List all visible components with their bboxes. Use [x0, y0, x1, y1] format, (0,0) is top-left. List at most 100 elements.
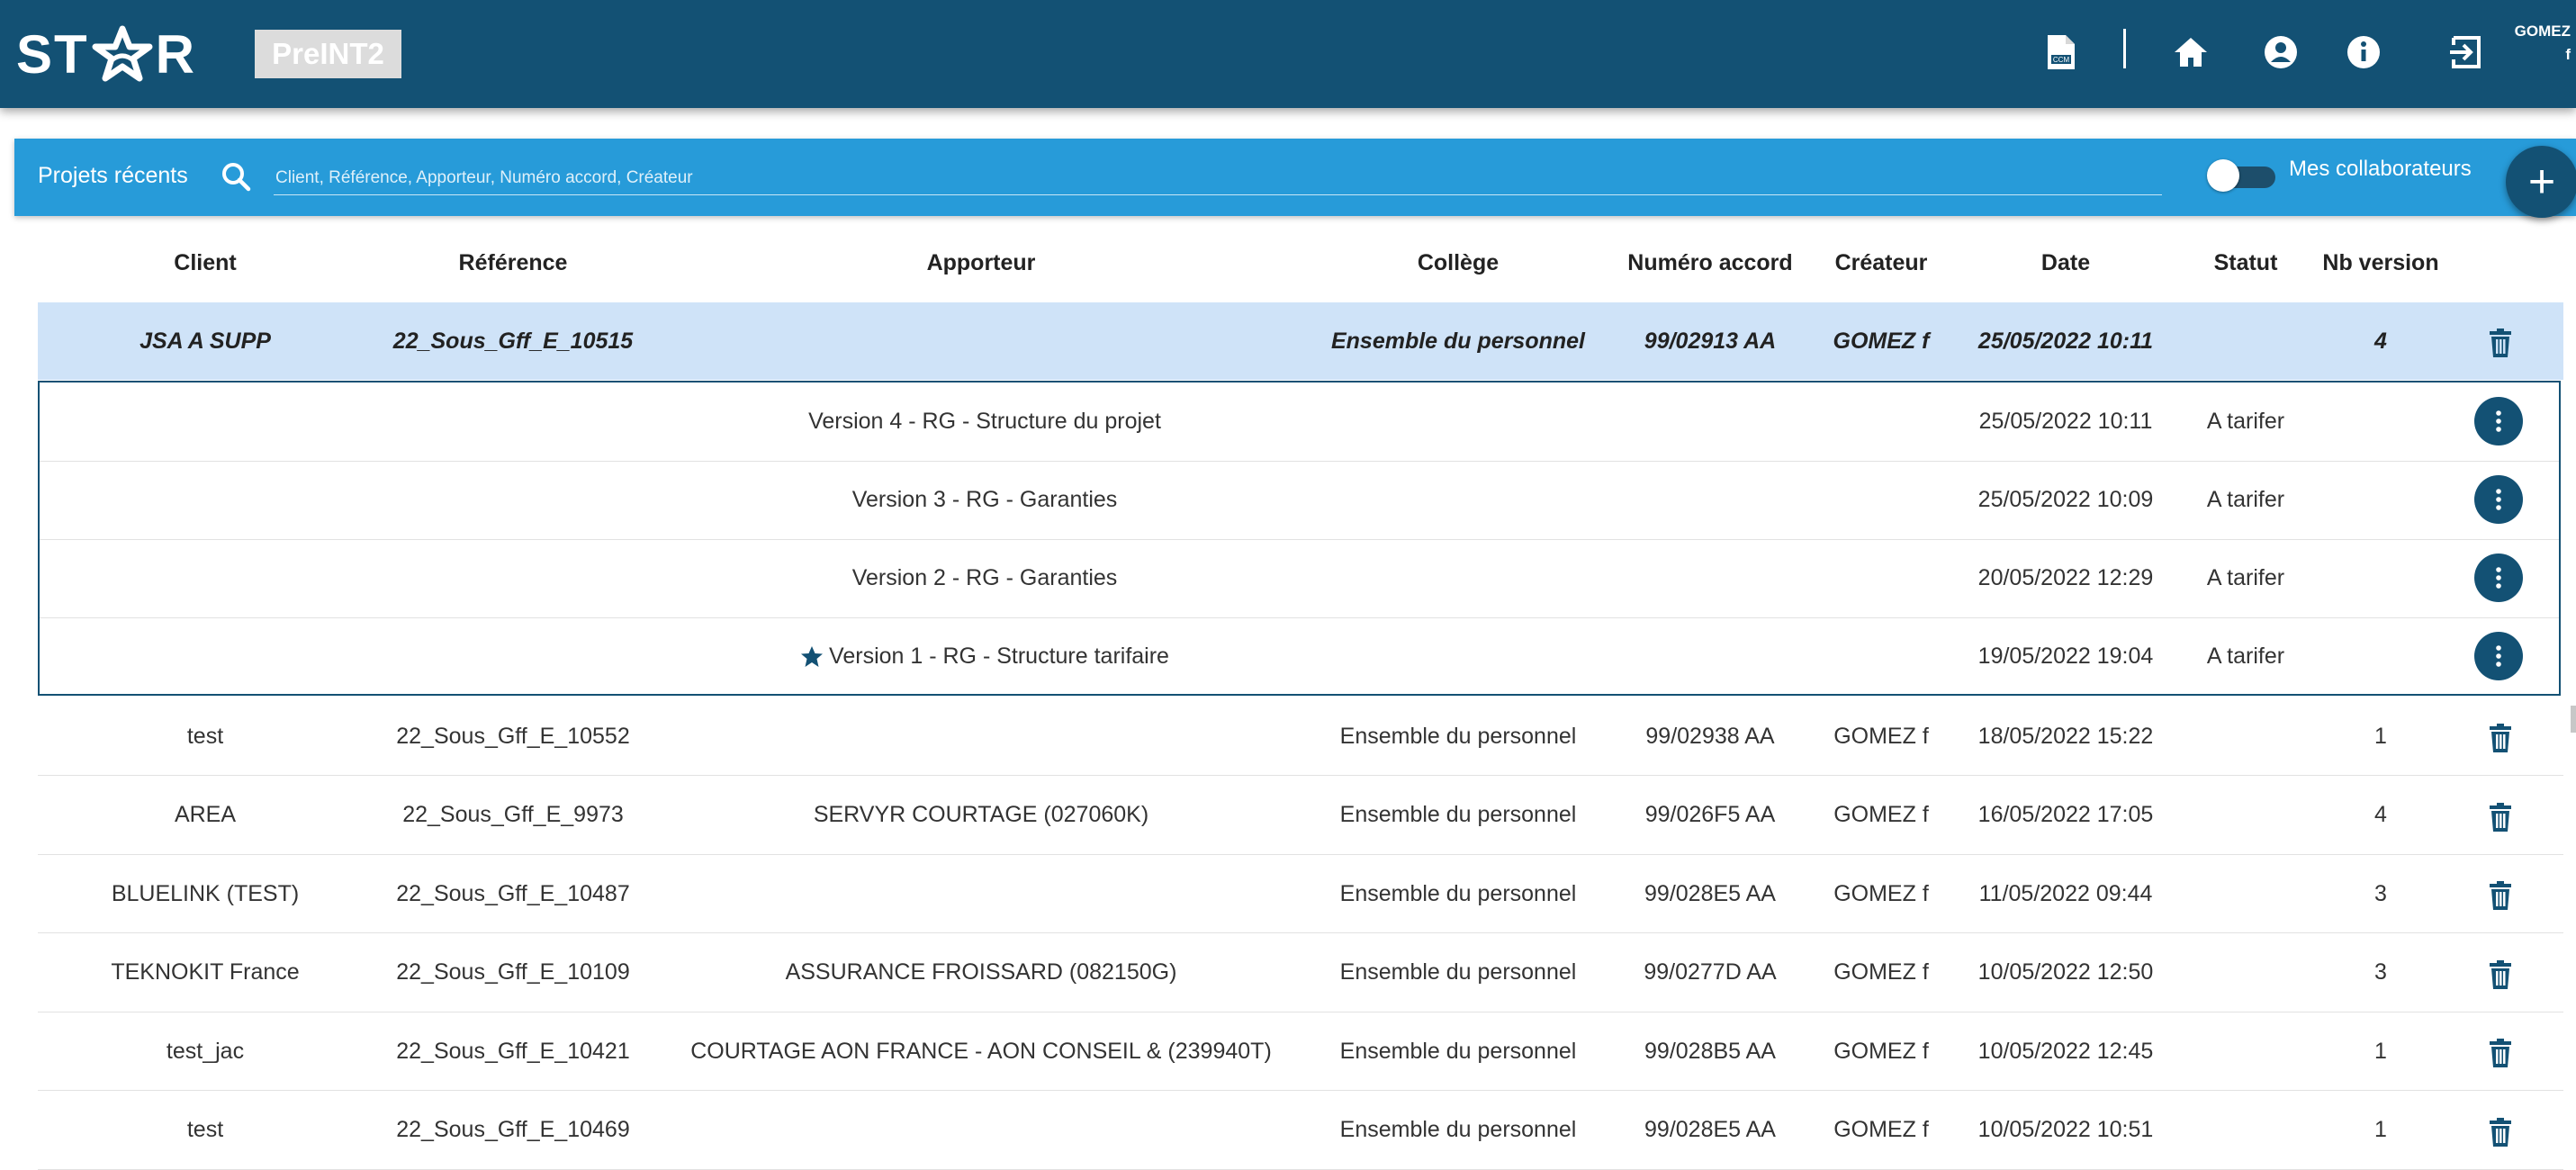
version-row[interactable]: Version 3 - RG - Garanties 25/05/2022 10… [40, 461, 2559, 540]
cell-numero-accord: 99/028B5 AA [1644, 1038, 1776, 1064]
logout-icon[interactable] [2445, 31, 2488, 74]
ccm-document-icon[interactable]: CCM [2040, 31, 2083, 74]
home-icon[interactable] [2169, 31, 2212, 74]
cell-date: 11/05/2022 09:44 [1978, 880, 2153, 906]
app-logo[interactable]: ST R [16, 22, 196, 86]
version-status: A tarifer [2206, 644, 2285, 669]
more-vertical-icon [2496, 410, 2501, 432]
table-row[interactable]: test_jac 22_Sous_Gff_E_10421 COURTAGE AON … [38, 1012, 2563, 1091]
table-row[interactable]: TEKNOKIT France 22_Sous_Gff_E_10109 ASSURA… [38, 934, 2563, 1012]
delete-trash-icon[interactable] [2487, 328, 2514, 358]
cell-numero-accord: 99/028E5 AA [1644, 1117, 1776, 1142]
header-separator [2123, 29, 2126, 68]
cell-college: Ensemble du personnel [1339, 1117, 1577, 1142]
cell-reference: 22_Sous_Gff_E_10515 [392, 328, 634, 354]
account-icon[interactable] [2259, 31, 2302, 74]
delete-trash-icon[interactable] [2487, 723, 2514, 753]
cell-reference: 22_Sous_Gff_E_10109 [396, 959, 630, 985]
star-logo-text: ST R [16, 23, 197, 85]
search-icon[interactable] [216, 157, 256, 196]
version-row[interactable]: Version 2 - RG - Garanties 20/05/2022 12… [40, 539, 2559, 618]
column-header-reference[interactable]: Référence [378, 236, 648, 290]
cell-reference: 22_Sous_Gff_E_10421 [396, 1038, 630, 1064]
column-header-apporteur[interactable]: Apporteur [711, 236, 1251, 290]
cell-numero-accord: 99/026F5 AA [1644, 802, 1776, 827]
more-vertical-icon [2496, 645, 2501, 667]
cell-createur: GOMEZ f [1833, 328, 1930, 354]
version-label: Version 2 - RG - Garanties [851, 565, 1118, 590]
cell-date: 16/05/2022 17:05 [1977, 802, 2154, 827]
cell-statut [2178, 698, 2313, 775]
table-row[interactable]: BLUELINK (TEST) 22_Sous_Gff_E_10487 Ensemb… [38, 855, 2563, 933]
cell-client: JSA A SUPP [140, 328, 271, 354]
cell-date: 10/05/2022 10:51 [1977, 1117, 2154, 1142]
cell-apporteur: SERVYR COURTAGE (027060K) [813, 802, 1149, 827]
mes-collaborateurs-toggle[interactable] [2207, 158, 2281, 193]
version-row[interactable]: Version 1 - RG - Structure tarifaire 19/… [40, 617, 2559, 696]
cell-statut [2178, 934, 2313, 1012]
cell-date: 18/05/2022 15:22 [1977, 723, 2154, 749]
column-header-createur[interactable]: Créateur [1809, 236, 1953, 290]
cell-nb-version: 3 [2374, 880, 2387, 906]
table-header: Client Référence Apporteur Collège Numér… [0, 236, 2576, 290]
cell-nb-version: 4 [2374, 328, 2387, 354]
version-menu-button[interactable] [2474, 475, 2523, 524]
cell-college: Ensemble du personnel [1339, 880, 1577, 906]
cell-createur: GOMEZ f [1833, 959, 1929, 985]
table-row[interactable]: test 22_Sous_Gff_E_10552 Ensemble du perso… [38, 698, 2563, 776]
user-name[interactable]: GOMEZ f [2515, 20, 2571, 67]
cell-nb-version: 4 [2374, 802, 2387, 827]
version-menu-button[interactable] [2474, 632, 2523, 680]
cell-college: Ensemble du personnel [1339, 723, 1577, 749]
info-icon[interactable] [2342, 31, 2385, 74]
delete-trash-icon[interactable] [2487, 959, 2514, 990]
column-header-client[interactable]: Client [115, 236, 295, 290]
cell-apporteur: COURTAGE AON FRANCE - AON CONSEIL & (239… [690, 1038, 1272, 1064]
cell-client: BLUELINK (TEST) [111, 880, 300, 906]
cell-reference: 22_Sous_Gff_E_10552 [396, 723, 630, 749]
version-label: Version 1 - RG - Structure tarifaire [829, 644, 1169, 669]
delete-trash-icon[interactable] [2487, 802, 2514, 832]
delete-trash-icon[interactable] [2487, 1117, 2514, 1148]
column-header-college[interactable]: Collège [1323, 236, 1593, 290]
delete-trash-icon[interactable] [2487, 880, 2514, 911]
version-label-wrapper: Version 1 - RG - Structure tarifaire [706, 617, 1264, 696]
cell-createur: GOMEZ f [1833, 723, 1929, 749]
cell-createur: GOMEZ f [1833, 802, 1929, 827]
cell-createur: GOMEZ f [1833, 1117, 1929, 1142]
version-date: 19/05/2022 19:04 [1977, 644, 2154, 669]
more-vertical-icon [2496, 567, 2501, 589]
column-header-nb-version[interactable]: Nb version [2304, 236, 2457, 290]
column-header-date[interactable]: Date [1949, 236, 2183, 290]
star-icon [801, 646, 824, 667]
version-label: Version 4 - RG - Structure du projet [808, 409, 1161, 434]
version-menu-button[interactable] [2474, 554, 2523, 602]
add-project-button[interactable]: + [2506, 146, 2576, 218]
cell-nb-version: 1 [2374, 1117, 2387, 1142]
cell-nb-version: 3 [2374, 959, 2387, 985]
cell-nb-version: 1 [2374, 723, 2387, 749]
cell-date: 25/05/2022 10:11 [1977, 328, 2154, 354]
search-input[interactable] [274, 162, 2162, 195]
version-date: 20/05/2022 12:29 [1977, 565, 2154, 590]
column-header-numero-accord[interactable]: Numéro accord [1616, 236, 1805, 290]
table-row[interactable]: AREA 22_Sous_Gff_E_9973 SERVYR COURTAGE (0… [38, 777, 2563, 855]
version-row[interactable]: Version 4 - RG - Structure du projet 25/… [40, 382, 2559, 462]
cell-date: 10/05/2022 12:45 [1977, 1038, 2154, 1064]
cell-reference: 22_Sous_Gff_E_10469 [396, 1117, 630, 1142]
column-header-statut[interactable]: Statut [2178, 236, 2313, 290]
svg-text:CCM: CCM [2053, 56, 2070, 64]
table-row[interactable]: test 22_Sous_Gff_E_10469 Ensemble du perso… [38, 1092, 2563, 1170]
cell-college: Ensemble du personnel [1339, 802, 1577, 827]
more-vertical-icon [2496, 489, 2501, 510]
version-menu-button[interactable] [2474, 397, 2523, 446]
delete-trash-icon[interactable] [2487, 1038, 2514, 1068]
version-status: A tarifer [2206, 409, 2285, 434]
version-status: A tarifer [2206, 487, 2285, 512]
version-label: Version 3 - RG - Garanties [851, 487, 1118, 512]
table-row-selected[interactable]: JSA A SUPP 22_Sous_Gff_E_10515 Ensemble … [38, 302, 2563, 380]
scroll-edge-indicator [2571, 706, 2576, 733]
cell-client: test [186, 723, 224, 749]
cell-client: test [186, 1117, 224, 1142]
cell-createur: GOMEZ f [1833, 880, 1929, 906]
